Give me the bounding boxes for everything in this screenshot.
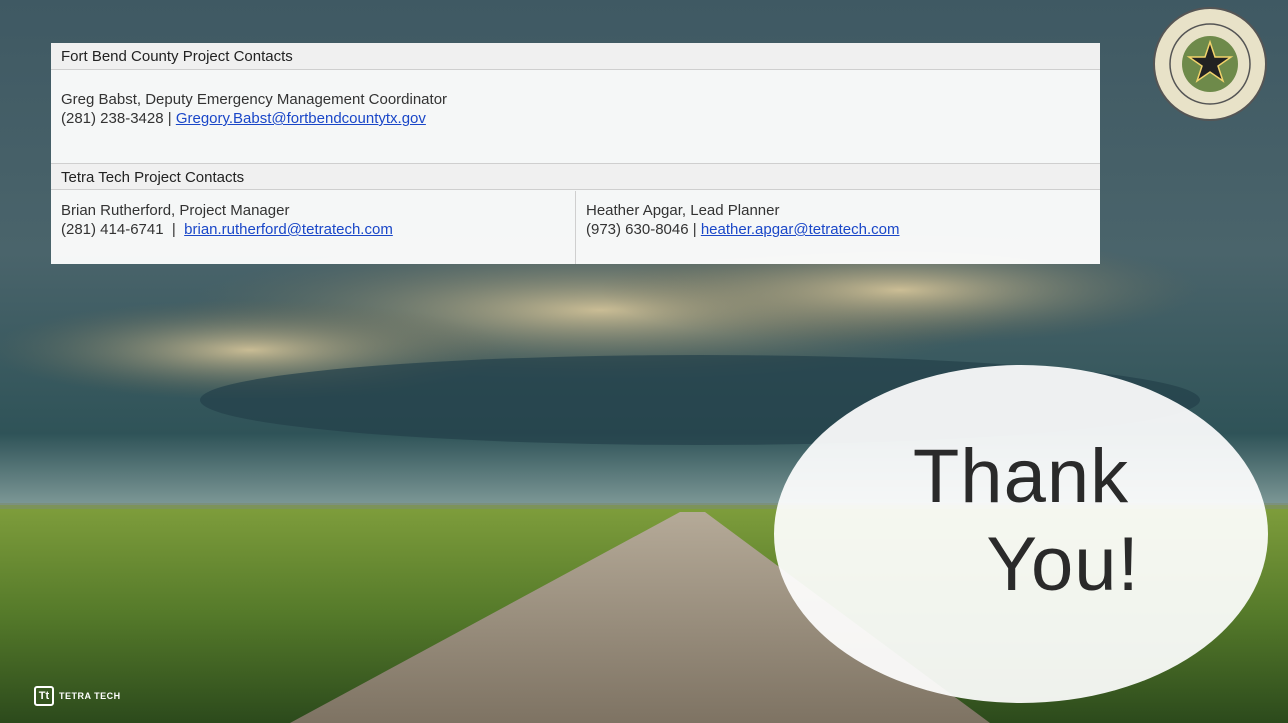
tetra-contact-right: Heather Apgar, Lead Planner (973) 630-80… bbox=[575, 191, 1100, 264]
separator: | bbox=[163, 110, 176, 127]
slide: Fort Bend County Project Contacts Greg B… bbox=[0, 0, 1288, 723]
thank-you-bubble: Thank You! bbox=[774, 365, 1268, 703]
separator: | bbox=[688, 221, 701, 238]
fort-bend-email-link[interactable]: Gregory.Babst@fortbendcountytx.gov bbox=[176, 110, 426, 127]
tetra-tech-logo-text: TETRA TECH bbox=[59, 691, 121, 701]
tetra-tech-logo-mark: Tt bbox=[34, 686, 54, 706]
tetra-left-email-link[interactable]: brian.rutherford@tetratech.com bbox=[184, 221, 393, 238]
seal-icon bbox=[1153, 7, 1267, 121]
thank-you-line-2: You! bbox=[986, 522, 1140, 607]
tetra-left-phone-line: (281) 414-6741 | brian.rutherford@tetrat… bbox=[61, 220, 573, 239]
fort-bend-name: Greg Babst, Deputy Emergency Management … bbox=[61, 91, 448, 108]
tetra-right-phone-line: (973) 630-8046 | heather.apgar@tetratech… bbox=[586, 220, 1100, 239]
fort-bend-contact: Greg Babst, Deputy Emergency Management … bbox=[51, 90, 1100, 128]
fort-bend-phone: (281) 238-3428 bbox=[61, 110, 164, 127]
separator: | bbox=[163, 221, 185, 238]
tetra-right-name: Heather Apgar, Lead Planner bbox=[586, 202, 780, 219]
tetra-heading: Tetra Tech Project Contacts bbox=[51, 163, 1100, 190]
contacts-panel: Fort Bend County Project Contacts Greg B… bbox=[51, 43, 1100, 264]
tetra-right-phone: (973) 630-8046 bbox=[586, 221, 689, 238]
thank-you-line-1: Thank bbox=[912, 434, 1130, 519]
tetra-tech-logo: Tt TETRA TECH bbox=[34, 685, 121, 707]
tetra-contacts: Brian Rutherford, Project Manager (281) … bbox=[51, 191, 1100, 264]
fort-bend-heading: Fort Bend County Project Contacts bbox=[51, 43, 1100, 70]
tetra-left-phone: (281) 414-6741 bbox=[61, 221, 164, 238]
tetra-contact-left: Brian Rutherford, Project Manager (281) … bbox=[61, 201, 573, 239]
tetra-left-name: Brian Rutherford, Project Manager bbox=[61, 202, 290, 219]
fort-bend-phone-line: (281) 238-3428 | Gregory.Babst@fortbendc… bbox=[61, 109, 1100, 128]
tetra-right-email-link[interactable]: heather.apgar@tetratech.com bbox=[701, 221, 900, 238]
